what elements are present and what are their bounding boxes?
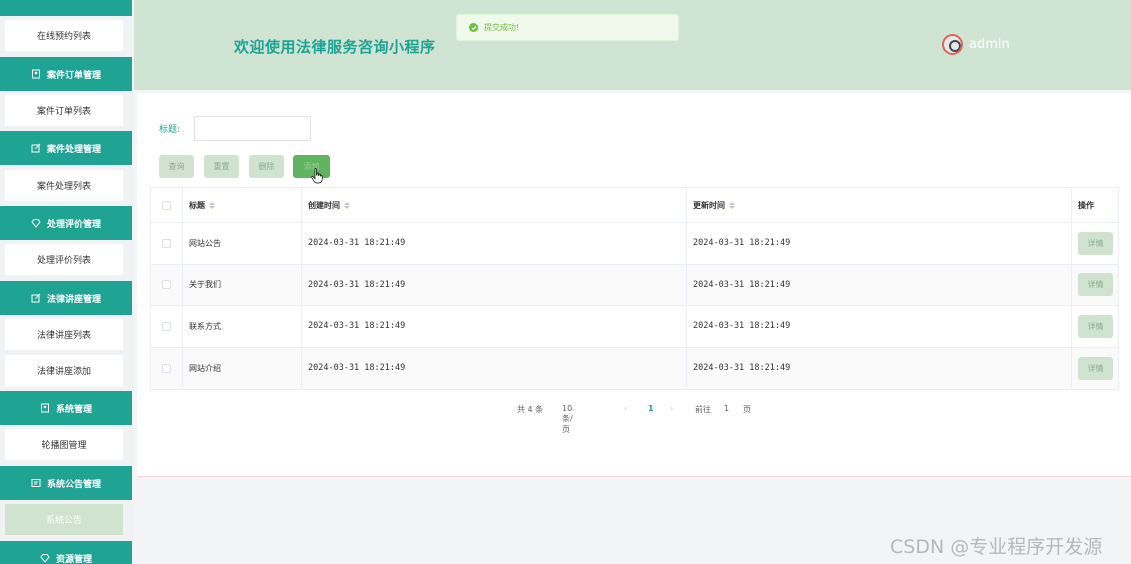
delete-button[interactable]: 删除	[249, 155, 284, 178]
row-actions: 详情	[1072, 348, 1118, 390]
table-row: 网站介绍 2024-03-31 18:21:49 2024-03-31 18:2…	[151, 347, 1118, 390]
row-title: 网站介绍	[183, 347, 302, 389]
notice-icon	[31, 479, 41, 487]
prev-page-icon[interactable]: ‹	[624, 404, 627, 413]
sidebar-item-lecture-list[interactable]: 法律讲座列表	[5, 319, 123, 350]
pagination: 共 4 条 10条/页 ⌄ ‹ 1 › 前往 1 页	[137, 404, 1131, 434]
sidebar-section-system[interactable]: 系统管理	[0, 391, 132, 425]
sort-icon[interactable]	[729, 201, 735, 209]
row-checkbox-cell	[151, 223, 183, 264]
sidebar-item-review-list[interactable]: 处理评价列表	[5, 244, 123, 275]
sidebar: 在线预约列表 案件订单管理 案件订单列表 案件处理管理 案件处理列表 处理评价管…	[0, 0, 133, 564]
reset-button[interactable]: 重置	[204, 155, 239, 178]
row-checkbox-cell	[151, 347, 183, 389]
table-row: 联系方式 2024-03-31 18:21:49 2024-03-31 18:2…	[151, 306, 1118, 348]
sidebar-section-notices[interactable]: 系统公告管理	[0, 466, 132, 500]
row-actions: 详情	[1072, 223, 1118, 264]
diamond-icon	[40, 554, 50, 563]
row-checkbox-cell	[151, 306, 183, 347]
sidebar-item-appointment-list[interactable]: 在线预约列表	[5, 20, 123, 51]
pagination-total: 共 4 条	[517, 405, 544, 414]
table-row: 网站公告 2024-03-31 18:21:49 2024-03-31 18:2…	[151, 223, 1118, 265]
row-actions: 详情	[1072, 306, 1118, 347]
sidebar-section-case-orders[interactable]: 案件订单管理	[0, 57, 132, 91]
edit-icon	[31, 293, 41, 303]
success-toast: 提交成功!	[456, 14, 679, 41]
row-created: 2024-03-31 18:21:49	[302, 264, 687, 305]
row-title: 关于我们	[183, 264, 302, 305]
detail-button[interactable]: 详情	[1078, 314, 1113, 338]
hand-cursor-icon	[311, 168, 323, 184]
row-created: 2024-03-31 18:21:49	[302, 306, 687, 347]
row-created: 2024-03-31 18:21:49	[302, 347, 687, 389]
sort-icon[interactable]	[209, 201, 215, 209]
user-card-icon	[40, 403, 49, 413]
table-header: 标题 创建时间 更新时间 操作	[151, 188, 1118, 223]
table-row: 关于我们 2024-03-31 18:21:49 2024-03-31 18:2…	[151, 264, 1118, 306]
diamond-icon	[31, 219, 41, 228]
page-size-select[interactable]: 10条/页 ⌄	[562, 404, 577, 434]
sidebar-section-reviews[interactable]: 处理评价管理	[0, 206, 132, 240]
select-all-checkbox[interactable]	[162, 200, 171, 210]
sidebar-item-case-handling-list[interactable]: 案件处理列表	[5, 170, 123, 201]
user-card-icon	[31, 69, 40, 79]
sidebar-section-resources[interactable]: 资源管理	[0, 541, 132, 564]
avatar	[942, 34, 963, 55]
detail-button[interactable]: 详情	[1078, 356, 1113, 380]
column-actions: 操作	[1078, 200, 1094, 210]
success-check-icon	[469, 23, 478, 32]
sidebar-item-notices[interactable]: 系统公告	[5, 504, 123, 535]
row-created: 2024-03-31 18:21:49	[302, 223, 687, 264]
detail-button[interactable]: 详情	[1078, 273, 1113, 297]
header: 欢迎使用法律服务咨询小程序 提交成功! admin	[134, 0, 1131, 90]
column-created[interactable]: 创建时间	[302, 188, 687, 222]
current-page[interactable]: 1	[648, 404, 654, 413]
sort-icon[interactable]	[344, 201, 350, 209]
column-updated[interactable]: 更新时间	[687, 188, 1072, 222]
column-title[interactable]: 标题	[183, 188, 302, 222]
row-actions: 详情	[1072, 265, 1118, 306]
row-title: 网站公告	[183, 223, 302, 264]
page-title: 欢迎使用法律服务咨询小程序	[234, 38, 436, 56]
sidebar-section-case-handling[interactable]: 案件处理管理	[0, 131, 132, 165]
username: admin	[969, 37, 1010, 52]
row-checkbox-cell	[151, 264, 183, 305]
row-updated: 2024-03-31 18:21:49	[687, 347, 1072, 389]
row-updated: 2024-03-31 18:21:49	[687, 306, 1072, 347]
page-suffix: 页	[743, 405, 751, 414]
row-checkbox[interactable]	[162, 321, 171, 331]
goto-label: 前往	[695, 405, 711, 414]
search-label: 标题:	[159, 125, 181, 135]
sidebar-section-lectures[interactable]: 法律讲座管理	[0, 281, 132, 315]
goto-page-input[interactable]: 1	[724, 404, 729, 413]
main-content: 标题: 查询 重置 删除 添加 标题 创建时间 更新时间 操作 网站公告 202…	[137, 93, 1131, 477]
row-checkbox[interactable]	[162, 238, 171, 248]
detail-button[interactable]: 详情	[1078, 231, 1113, 255]
sidebar-item-case-order-list[interactable]: 案件订单列表	[5, 95, 123, 126]
edit-icon	[31, 143, 41, 153]
row-title: 联系方式	[183, 306, 302, 347]
user-menu[interactable]: admin	[942, 34, 1010, 55]
sidebar-item-carousel[interactable]: 轮播图管理	[5, 429, 123, 460]
row-updated: 2024-03-31 18:21:49	[687, 223, 1072, 264]
sidebar-item-lecture-add[interactable]: 法律讲座添加	[5, 355, 123, 386]
watermark: CSDN @专业程序开发源	[890, 536, 1103, 558]
sidebar-section-appointments[interactable]	[0, 0, 132, 16]
query-button[interactable]: 查询	[159, 155, 194, 178]
next-page-icon[interactable]: ›	[670, 404, 673, 413]
title-search-input[interactable]	[194, 116, 311, 141]
row-checkbox[interactable]	[162, 280, 171, 290]
notice-table: 标题 创建时间 更新时间 操作 网站公告 2024-03-31 18:21:49…	[150, 187, 1119, 390]
row-updated: 2024-03-31 18:21:49	[687, 264, 1072, 305]
header-checkbox-cell	[151, 188, 183, 222]
row-checkbox[interactable]	[162, 363, 171, 373]
